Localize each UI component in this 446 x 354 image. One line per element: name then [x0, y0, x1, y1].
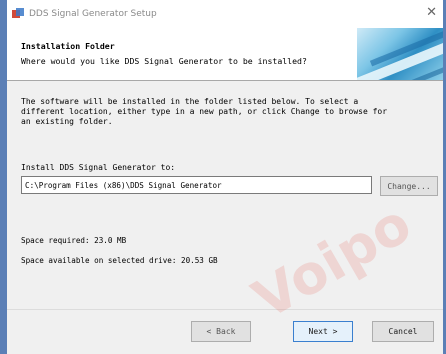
space-required-text: Space required: 23.0 MB [21, 236, 127, 245]
wizard-header: Installation Folder Where would you like… [7, 28, 443, 81]
description-line: The software will be installed in the fo… [21, 97, 359, 106]
description-line: an existing folder. [21, 117, 113, 126]
page-subtitle: Where would you like DDS Signal Generato… [21, 56, 307, 66]
setup-window: DDS Signal Generator Setup ✕ Installatio… [0, 0, 446, 354]
next-button[interactable]: Next > [293, 321, 353, 342]
cancel-button[interactable]: Cancel [372, 321, 434, 342]
close-icon[interactable]: ✕ [426, 5, 437, 20]
app-icon [12, 8, 24, 20]
install-location-label: Install DDS Signal Generator to: [21, 163, 176, 172]
back-button[interactable]: < Back [191, 321, 251, 342]
page-title: Installation Folder [21, 41, 115, 51]
description-text: The software will be installed in the fo… [21, 97, 441, 127]
title-bar: DDS Signal Generator Setup ✕ [7, 0, 443, 28]
watermark: Voipo [242, 191, 422, 332]
footer-divider [7, 309, 443, 310]
banner-image [357, 28, 443, 80]
space-available-text: Space available on selected drive: 20.53… [21, 256, 218, 265]
description-line: different location, either type in a new… [21, 107, 388, 116]
install-path-input[interactable] [21, 176, 372, 194]
window-title: DDS Signal Generator Setup [29, 9, 157, 19]
change-button[interactable]: Change... [380, 176, 438, 196]
